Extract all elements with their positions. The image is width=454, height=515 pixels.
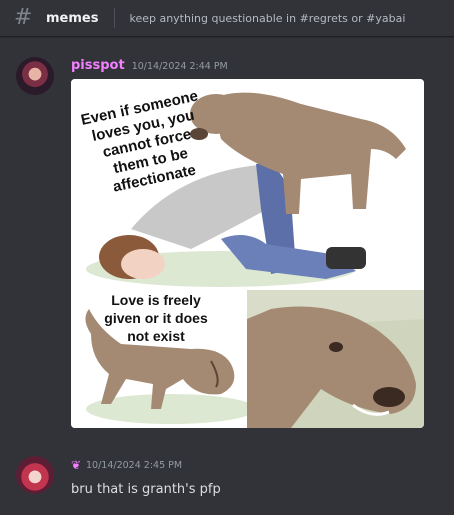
svg-text:given or it does: given or it does xyxy=(104,310,208,326)
channel-name[interactable]: memes xyxy=(46,11,98,26)
avatar[interactable] xyxy=(16,57,54,95)
header-divider xyxy=(114,8,116,28)
meme-image[interactable]: Even if someone loves you, you cannot fo… xyxy=(71,79,424,428)
message-timestamp: 10/14/2024 2:44 PM xyxy=(131,61,228,72)
channel-header: # memes keep anything questionable in #r… xyxy=(0,0,454,37)
message-header: pisspot 10/14/2024 2:44 PM xyxy=(71,58,228,73)
svg-text:not exist: not exist xyxy=(127,328,185,344)
message-text: bru that is granth's pfp xyxy=(71,482,221,497)
svg-text:Love is freely: Love is freely xyxy=(111,292,201,308)
author-name[interactable]: pisspot xyxy=(71,58,125,73)
channel-topic[interactable]: keep anything questionable in #regrets o… xyxy=(129,12,405,25)
hash-icon: # xyxy=(14,5,33,30)
rose-icon: ❦ xyxy=(71,458,82,472)
message-timestamp: 10/14/2024 2:45 PM xyxy=(86,459,183,471)
avatar[interactable] xyxy=(16,456,54,494)
message-header: ❦ 10/14/2024 2:45 PM xyxy=(71,459,182,471)
